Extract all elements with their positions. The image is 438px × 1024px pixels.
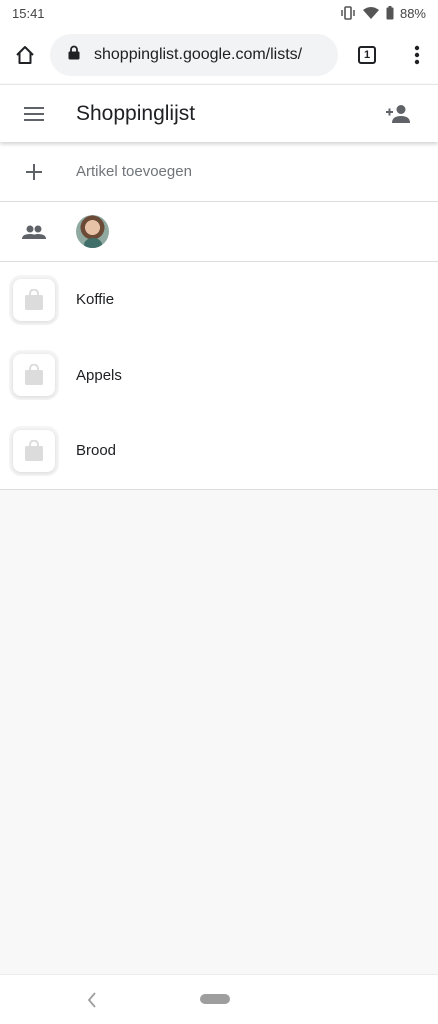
browser-toolbar: shoppinglist.google.com/lists/ 1 [0,26,438,84]
wifi-icon [362,6,380,20]
system-nav-bar [0,974,438,1024]
home-pill[interactable] [200,994,230,1004]
shopping-bag-icon [13,429,55,472]
battery-icon [386,6,394,20]
list-item-label: Koffie [76,291,115,309]
tabs-icon: 1 [358,46,376,64]
home-icon[interactable] [0,26,50,84]
people-icon [0,225,68,239]
vibrate-icon [340,6,356,20]
person-add-icon[interactable] [358,85,438,143]
status-bar: 15:41 88% [0,0,438,26]
shopping-bag-icon [13,354,55,397]
collaborators-row[interactable] [0,202,438,262]
page-title: Shoppinglijst [76,101,196,125]
status-icons: 88% [340,6,426,21]
battery-percent: 88% [399,5,426,21]
tab-count: 1 [363,49,371,61]
item-thumbnail [0,278,68,321]
list-item[interactable]: Appels [0,338,438,414]
list-item[interactable]: Koffie [0,262,438,338]
more-vert-icon[interactable] [396,26,438,84]
avatar[interactable] [76,215,109,248]
url-text: shoppinglist.google.com/lists/ [94,46,303,63]
item-thumbnail [0,429,68,472]
menu-icon[interactable] [0,85,68,143]
app-bar: Shoppinglijst [0,84,438,142]
item-thumbnail [0,354,68,397]
plus-icon [0,163,68,180]
list-item-label: Brood [76,442,117,460]
back-icon[interactable] [82,988,102,1012]
tabs-button[interactable]: 1 [338,26,396,84]
shopping-bag-icon [13,278,55,321]
status-time: 15:41 [12,5,45,21]
list-item[interactable]: Brood [0,413,438,489]
add-item-input[interactable]: Artikel toevoegen [68,163,192,180]
items-container: Koffie Appels Brood [0,262,438,490]
add-item-row[interactable]: Artikel toevoegen [0,142,438,202]
lock-icon [68,45,82,65]
list-item-label: Appels [76,366,122,384]
shopping-list: Artikel toevoegen Koffie Appels Brood [0,142,438,490]
address-bar[interactable]: shoppinglist.google.com/lists/ [50,34,338,76]
